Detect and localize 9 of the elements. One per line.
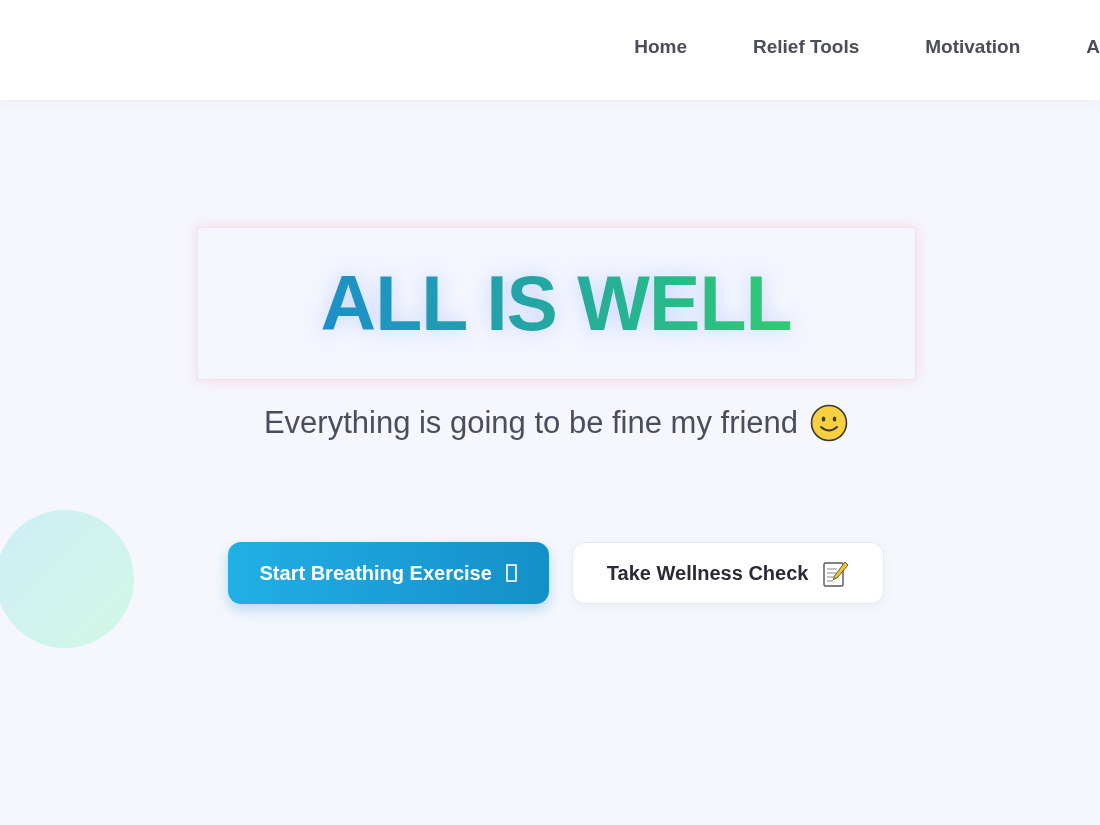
nav-link[interactable]: Relief Tools	[753, 35, 860, 58]
nav-link[interactable]: Home	[634, 35, 687, 58]
memo-icon	[822, 559, 850, 587]
nav-link[interactable]: Motivation	[925, 35, 1021, 58]
smiley-icon	[810, 404, 849, 442]
hero-subtitle: Everything is going to be fine my friend	[263, 405, 799, 441]
check-button[interactable]: Take Wellness Check	[571, 542, 885, 604]
box-icon	[505, 564, 517, 582]
nav-link[interactable]: A	[1086, 35, 1100, 58]
